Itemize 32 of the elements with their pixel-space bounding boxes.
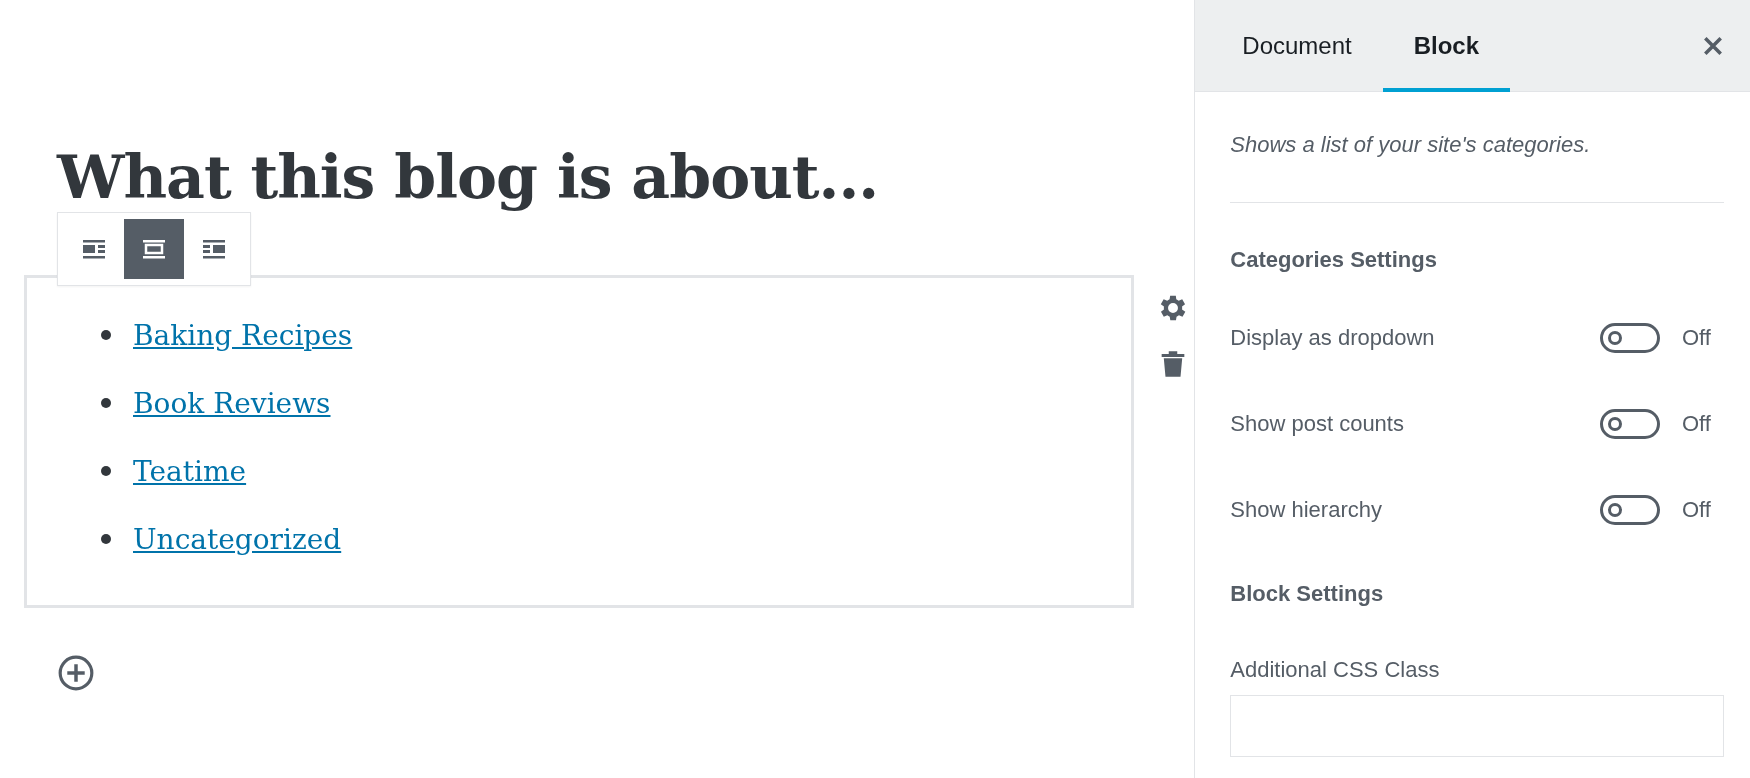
toggle-label: Show hierarchy	[1230, 497, 1383, 523]
sidebar-tab[interactable]: Block	[1382, 0, 1511, 92]
category-link[interactable]: Baking Recipes	[133, 318, 353, 352]
section-title: Block Settings	[1230, 580, 1385, 607]
field-label: Additional CSS Class	[1230, 657, 1441, 683]
sidebar-tab[interactable]: Document	[1211, 0, 1383, 92]
toggle-label: Show post counts	[1230, 411, 1405, 437]
category-link[interactable]: Book Reviews	[133, 386, 331, 420]
section-title: Categories Settings	[1230, 246, 1438, 273]
toggle-switch[interactable]	[1600, 323, 1660, 353]
bullet	[101, 330, 111, 340]
align-right-icon	[200, 237, 228, 261]
toggle-label: Display as dropdown	[1230, 325, 1436, 351]
post-title[interactable]: What this blog is about...	[57, 145, 1195, 209]
close-icon	[1702, 34, 1724, 57]
css-class-field[interactable]	[1230, 695, 1724, 757]
align-center-icon	[140, 237, 168, 261]
category-link[interactable]: Uncategorized	[133, 522, 342, 556]
bullet	[101, 466, 111, 476]
block-description: Shows a list of your site's categories.	[1230, 92, 1724, 203]
toggle-state: Off	[1682, 411, 1712, 437]
bullet	[101, 398, 111, 408]
align-left-icon	[80, 237, 108, 261]
toggle-state: Off	[1682, 325, 1712, 351]
add-block-icon[interactable]	[57, 654, 95, 692]
toggle-state: Off	[1682, 497, 1712, 523]
bullet	[101, 534, 111, 544]
toggle-switch[interactable]	[1600, 495, 1660, 525]
category-link[interactable]: Teatime	[133, 454, 247, 488]
categories-block[interactable]: Baking Recipes Book Reviews Teatime Uncategorized	[24, 275, 1134, 608]
align-button[interactable]	[124, 219, 184, 279]
toggle-switch[interactable]	[1600, 409, 1660, 439]
